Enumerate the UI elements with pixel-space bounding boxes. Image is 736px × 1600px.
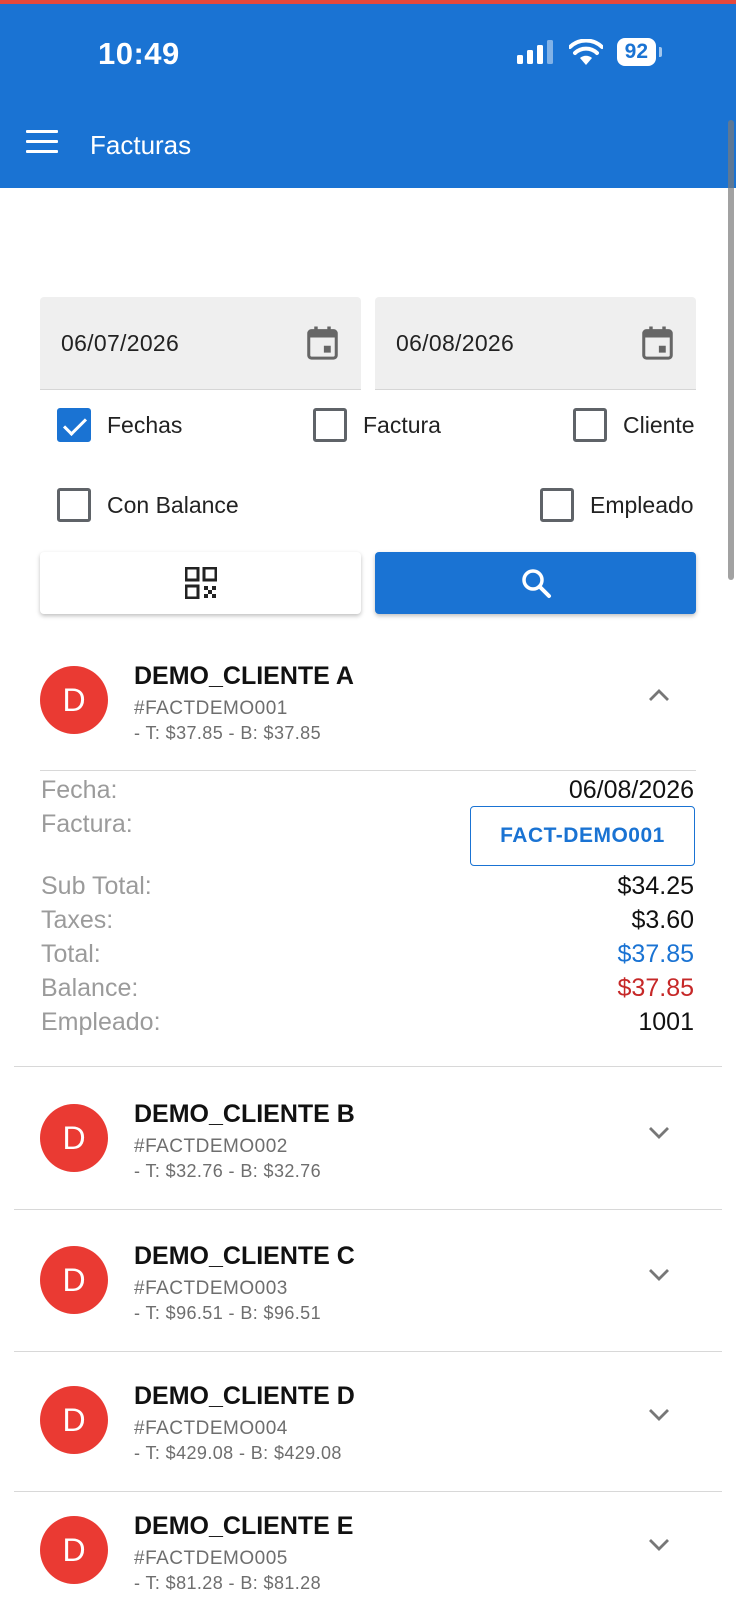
invoice-summary: - T: $37.85 - B: $37.85 [134, 723, 321, 743]
chevron-down-icon[interactable] [648, 1268, 670, 1282]
client-name: DEMO_CLIENTE E [134, 1512, 354, 1540]
invoice-number: #FACTDEMO003 [134, 1278, 288, 1299]
checkbox-factura-label: Factura [363, 411, 441, 438]
balance-label: Balance: [41, 974, 139, 1002]
checkbox-cliente[interactable]: Cliente [573, 408, 695, 442]
client-name: DEMO_CLIENTE A [134, 662, 354, 690]
taxes-value: $3.60 [631, 906, 694, 934]
chevron-down-icon[interactable] [648, 1126, 670, 1140]
calendar-icon[interactable] [641, 325, 674, 361]
invoice-number: #FACTDEMO005 [134, 1548, 288, 1569]
avatar: D [40, 666, 108, 734]
checkbox-cliente-label: Cliente [623, 411, 695, 438]
invoice-item-header[interactable]: D DEMO_CLIENTE A #FACTDEMO001 - T: $37.8… [0, 646, 736, 756]
chevron-down-icon[interactable] [648, 1408, 670, 1422]
divider [14, 1209, 722, 1210]
divider [40, 770, 696, 771]
divider [14, 1491, 722, 1492]
checkbox-fechas-box[interactable] [57, 408, 91, 442]
scrollbar[interactable] [728, 120, 734, 580]
invoice-item-header[interactable]: D DEMO_CLIENTE B #FACTDEMO002 - T: $32.7… [0, 1084, 736, 1194]
checkbox-empleado-box[interactable] [540, 488, 574, 522]
total-value: $37.85 [617, 940, 694, 968]
invoice-number: #FACTDEMO002 [134, 1136, 288, 1157]
divider [14, 1066, 722, 1067]
client-name: DEMO_CLIENTE D [134, 1382, 355, 1410]
fecha-label: Fecha: [41, 776, 118, 804]
invoice-number: #FACTDEMO004 [134, 1418, 288, 1439]
checkbox-con-balance-box[interactable] [57, 488, 91, 522]
top-accent-line [0, 0, 736, 4]
empleado-label: Empleado: [41, 1008, 161, 1036]
checkbox-fechas-label: Fechas [107, 411, 183, 438]
subtotal-value: $34.25 [617, 872, 694, 900]
status-time: 10:49 [98, 36, 180, 71]
invoice-summary: - T: $429.08 - B: $429.08 [134, 1443, 342, 1463]
date-to-field[interactable]: 06/08/2026 [375, 297, 696, 390]
subtotal-label: Sub Total: [41, 872, 152, 900]
checkbox-cliente-box[interactable] [573, 408, 607, 442]
invoice-summary: - T: $96.51 - B: $96.51 [134, 1303, 321, 1323]
avatar: D [40, 1246, 108, 1314]
qr-scan-button[interactable] [40, 552, 361, 614]
total-label: Total: [41, 940, 101, 968]
invoice-item-header[interactable]: D DEMO_CLIENTE E #FACTDEMO005 - T: $81.2… [0, 1496, 736, 1600]
date-from-field[interactable]: 06/07/2026 [40, 297, 361, 390]
checkbox-factura[interactable]: Factura [313, 408, 441, 442]
date-from-value: 06/07/2026 [61, 330, 180, 356]
checkbox-con-balance-label: Con Balance [107, 491, 239, 518]
fecha-value: 06/08/2026 [568, 776, 694, 804]
balance-value: $37.85 [617, 974, 694, 1002]
avatar: D [40, 1386, 108, 1454]
page-title: Facturas [90, 130, 192, 160]
client-name: DEMO_CLIENTE C [134, 1242, 355, 1270]
invoice-summary: - T: $81.28 - B: $81.28 [134, 1573, 321, 1593]
invoice-number: #FACTDEMO001 [134, 698, 288, 719]
checkbox-con-balance[interactable]: Con Balance [57, 488, 239, 522]
app-bar: 10:49 92 Facturas [0, 0, 736, 188]
qr-code-icon [184, 567, 217, 599]
calendar-icon[interactable] [306, 325, 339, 361]
invoice-item-header[interactable]: D DEMO_CLIENTE D #FACTDEMO004 - T: $429.… [0, 1366, 736, 1476]
invoice-item-header[interactable]: D DEMO_CLIENTE C #FACTDEMO003 - T: $96.5… [0, 1226, 736, 1336]
checkbox-empleado-label: Empleado [590, 491, 694, 518]
search-icon [521, 569, 551, 598]
search-button[interactable] [375, 552, 696, 614]
avatar: D [40, 1516, 108, 1584]
checkbox-factura-box[interactable] [313, 408, 347, 442]
checkbox-fechas[interactable]: Fechas [57, 408, 182, 442]
status-icons: 92 [516, 38, 663, 66]
menu-icon[interactable] [26, 130, 58, 156]
invoice-summary: - T: $32.76 - B: $32.76 [134, 1161, 321, 1181]
empleado-value: 1001 [638, 1008, 694, 1036]
avatar: D [40, 1104, 108, 1172]
taxes-label: Taxes: [41, 906, 114, 934]
divider [14, 1351, 722, 1352]
factura-label: Factura: [41, 810, 133, 838]
date-to-value: 06/08/2026 [396, 330, 515, 356]
client-name: DEMO_CLIENTE B [134, 1100, 355, 1128]
chevron-down-icon[interactable] [648, 1538, 670, 1552]
wifi-icon [568, 39, 603, 65]
checkbox-empleado[interactable]: Empleado [540, 488, 694, 522]
factura-button[interactable]: FACT-DEMO001 [470, 806, 695, 866]
chevron-up-icon[interactable] [648, 688, 670, 702]
signal-icon [516, 40, 553, 64]
battery-indicator: 92 [616, 38, 663, 66]
